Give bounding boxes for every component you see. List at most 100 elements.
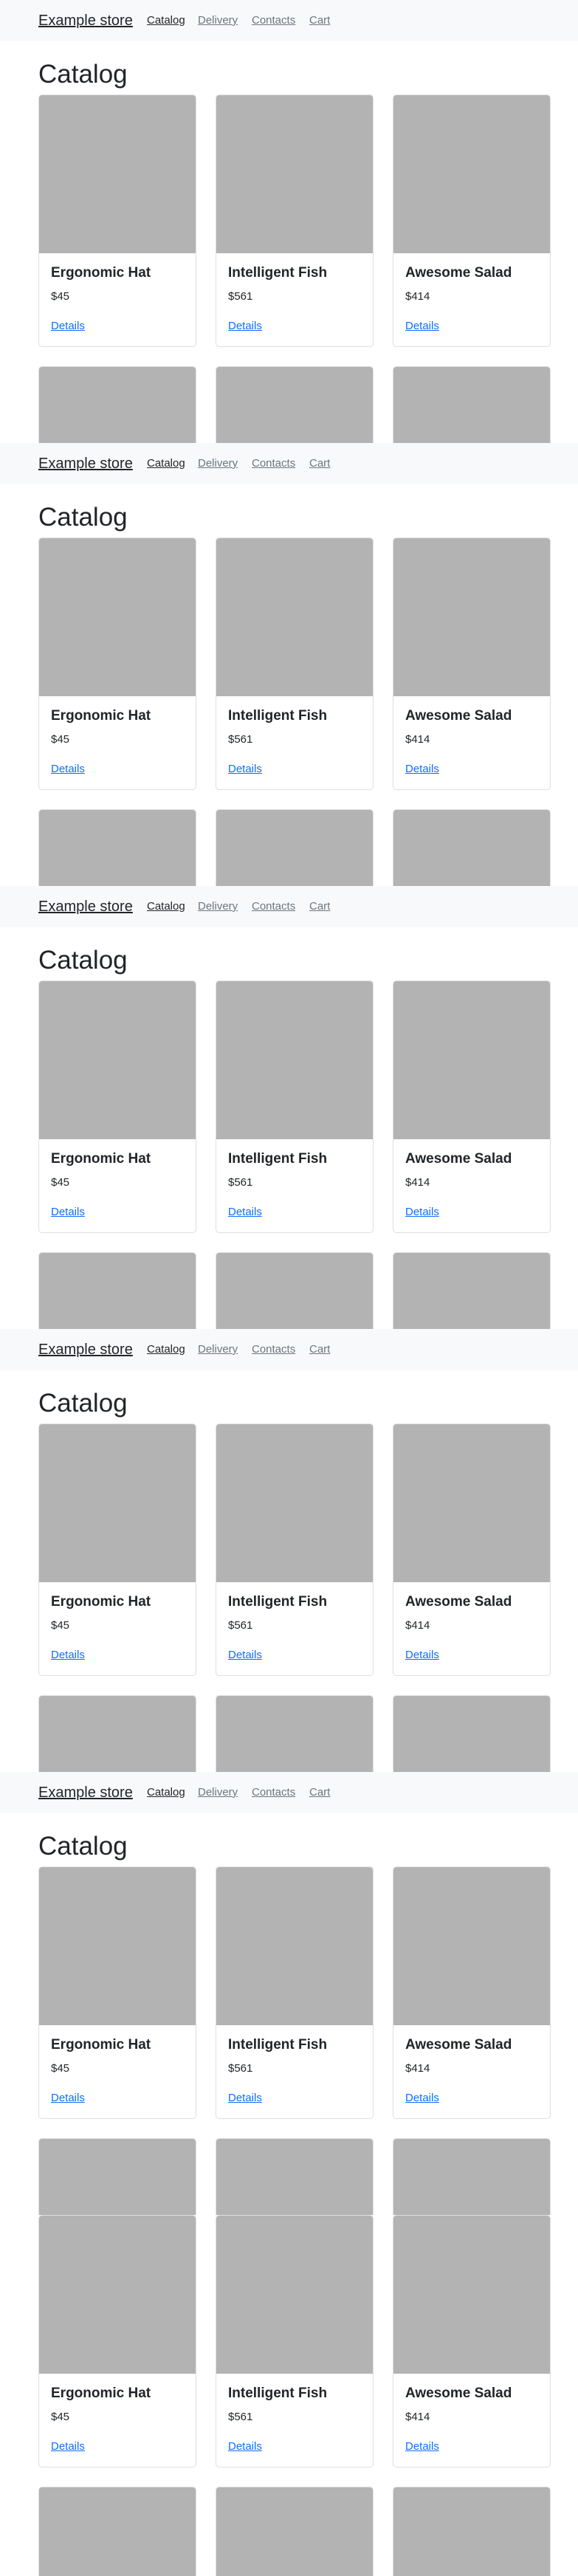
details-link[interactable]: Details (228, 2440, 262, 2453)
product-card (216, 366, 374, 443)
nav-link-contacts[interactable]: Contacts (252, 457, 295, 470)
product-card (216, 1695, 374, 1772)
product-image-placeholder (216, 810, 373, 886)
product-image-placeholder (39, 538, 196, 696)
brand-link[interactable]: Example store (38, 1784, 133, 1802)
product-price: $414 (405, 1619, 430, 1632)
product-card: Intelligent Fish $561 Details (216, 537, 374, 790)
product-price: $45 (51, 2062, 70, 2075)
nav-link-catalog[interactable]: Catalog (147, 14, 185, 27)
details-link[interactable]: Details (51, 2092, 85, 2105)
product-image-placeholder (393, 2487, 550, 2576)
nav-link-delivery[interactable]: Delivery (198, 1343, 238, 1356)
details-link[interactable]: Details (228, 1206, 262, 1219)
product-name: Awesome Salad (405, 1151, 512, 1167)
product-image-placeholder (216, 538, 373, 696)
nav-link-catalog[interactable]: Catalog (147, 457, 185, 470)
product-image-placeholder (39, 1424, 196, 1582)
nav-link-contacts[interactable]: Contacts (252, 14, 295, 27)
product-card: Awesome Salad $414 Details (393, 2215, 551, 2467)
nav-link-delivery[interactable]: Delivery (198, 14, 238, 27)
catalog-page-view: Example store Catalog Delivery Contacts Cart… (0, 1772, 578, 2215)
nav-link-contacts[interactable]: Contacts (252, 900, 295, 913)
product-card (393, 2487, 551, 2576)
details-link[interactable]: Details (405, 2440, 439, 2453)
details-link[interactable]: Details (228, 1649, 262, 1662)
nav-link-cart[interactable]: Cart (309, 14, 330, 27)
details-link[interactable]: Details (405, 320, 439, 333)
nav-link-catalog[interactable]: Catalog (147, 1786, 185, 1799)
details-link[interactable]: Details (51, 1649, 85, 1662)
details-link[interactable]: Details (405, 763, 439, 776)
product-card (38, 2138, 196, 2215)
catalog-page-view: Example store Catalog Delivery Contacts Cart… (0, 886, 578, 1329)
product-image-placeholder (216, 1424, 373, 1582)
product-image-placeholder (216, 1696, 373, 1772)
brand-link[interactable]: Example store (38, 12, 133, 30)
product-image-placeholder (39, 1867, 196, 2025)
product-image-placeholder (216, 2216, 373, 2374)
product-name: Awesome Salad (405, 1594, 512, 1610)
brand-link[interactable]: Example store (38, 455, 133, 473)
product-card (38, 2487, 196, 2576)
page-title: Catalog (38, 1832, 128, 1861)
product-image-placeholder (39, 1696, 196, 1772)
product-card (393, 1695, 551, 1772)
product-name: Intelligent Fish (228, 1151, 328, 1167)
product-card: Awesome Salad $414 Details (393, 980, 551, 1233)
product-image-placeholder (393, 2139, 550, 2215)
product-price: $561 (228, 2411, 253, 2423)
product-image-placeholder (39, 367, 196, 443)
product-image-placeholder (39, 2216, 196, 2374)
nav-link-cart[interactable]: Cart (309, 1786, 330, 1799)
product-image-placeholder (39, 810, 196, 886)
nav-link-catalog[interactable]: Catalog (147, 1343, 185, 1356)
product-price: $561 (228, 733, 253, 746)
details-link[interactable]: Details (405, 2092, 439, 2105)
details-link[interactable]: Details (51, 2440, 85, 2453)
details-link[interactable]: Details (51, 763, 85, 776)
brand-link[interactable]: Example store (38, 898, 133, 916)
nav-link-contacts[interactable]: Contacts (252, 1343, 295, 1356)
page-title: Catalog (38, 503, 128, 532)
product-image-placeholder (216, 2487, 373, 2576)
product-price: $561 (228, 290, 253, 303)
nav-link-cart[interactable]: Cart (309, 900, 330, 913)
details-link[interactable]: Details (405, 1206, 439, 1219)
details-link[interactable]: Details (228, 763, 262, 776)
nav-link-catalog[interactable]: Catalog (147, 900, 185, 913)
details-link[interactable]: Details (228, 320, 262, 333)
nav-link-contacts[interactable]: Contacts (252, 1786, 295, 1799)
catalog-page-view: Example store Catalog Delivery Contacts Cart… (0, 443, 578, 886)
nav-link-delivery[interactable]: Delivery (198, 1786, 238, 1799)
nav-link-cart[interactable]: Cart (309, 1343, 330, 1356)
product-image-placeholder (393, 1867, 550, 2025)
product-name: Awesome Salad (405, 2037, 512, 2053)
product-image-placeholder (39, 981, 196, 1139)
product-card (216, 2487, 374, 2576)
brand-link[interactable]: Example store (38, 1341, 133, 1359)
product-price: $414 (405, 1176, 430, 1189)
nav-link-delivery[interactable]: Delivery (198, 457, 238, 470)
details-link[interactable]: Details (228, 2092, 262, 2105)
catalog-page-view-scrolled: CatalogErgonomic Hat$45DetailsIntelligen… (0, 2215, 578, 2576)
product-card (38, 1695, 196, 1772)
product-image-placeholder (393, 1696, 550, 1772)
details-link[interactable]: Details (51, 320, 85, 333)
nav-link-cart[interactable]: Cart (309, 457, 330, 470)
details-link[interactable]: Details (51, 1206, 85, 1219)
details-link[interactable]: Details (405, 1649, 439, 1662)
product-card: Intelligent Fish $561 Details (216, 1866, 374, 2119)
product-card: Intelligent Fish $561 Details (216, 2215, 374, 2467)
nav-link-delivery[interactable]: Delivery (198, 900, 238, 913)
product-price: $45 (51, 1619, 70, 1632)
product-image-placeholder (39, 1253, 196, 1329)
navbar: Example store Catalog Delivery Contacts Cart (0, 1329, 578, 1370)
product-image-placeholder (393, 981, 550, 1139)
product-card (216, 2138, 374, 2215)
product-name: Awesome Salad (405, 2386, 512, 2401)
product-name: Ergonomic Hat (51, 708, 151, 724)
product-image-placeholder (393, 2216, 550, 2374)
product-card: Awesome Salad $414 Details (393, 537, 551, 790)
page-title: Catalog (38, 60, 128, 89)
